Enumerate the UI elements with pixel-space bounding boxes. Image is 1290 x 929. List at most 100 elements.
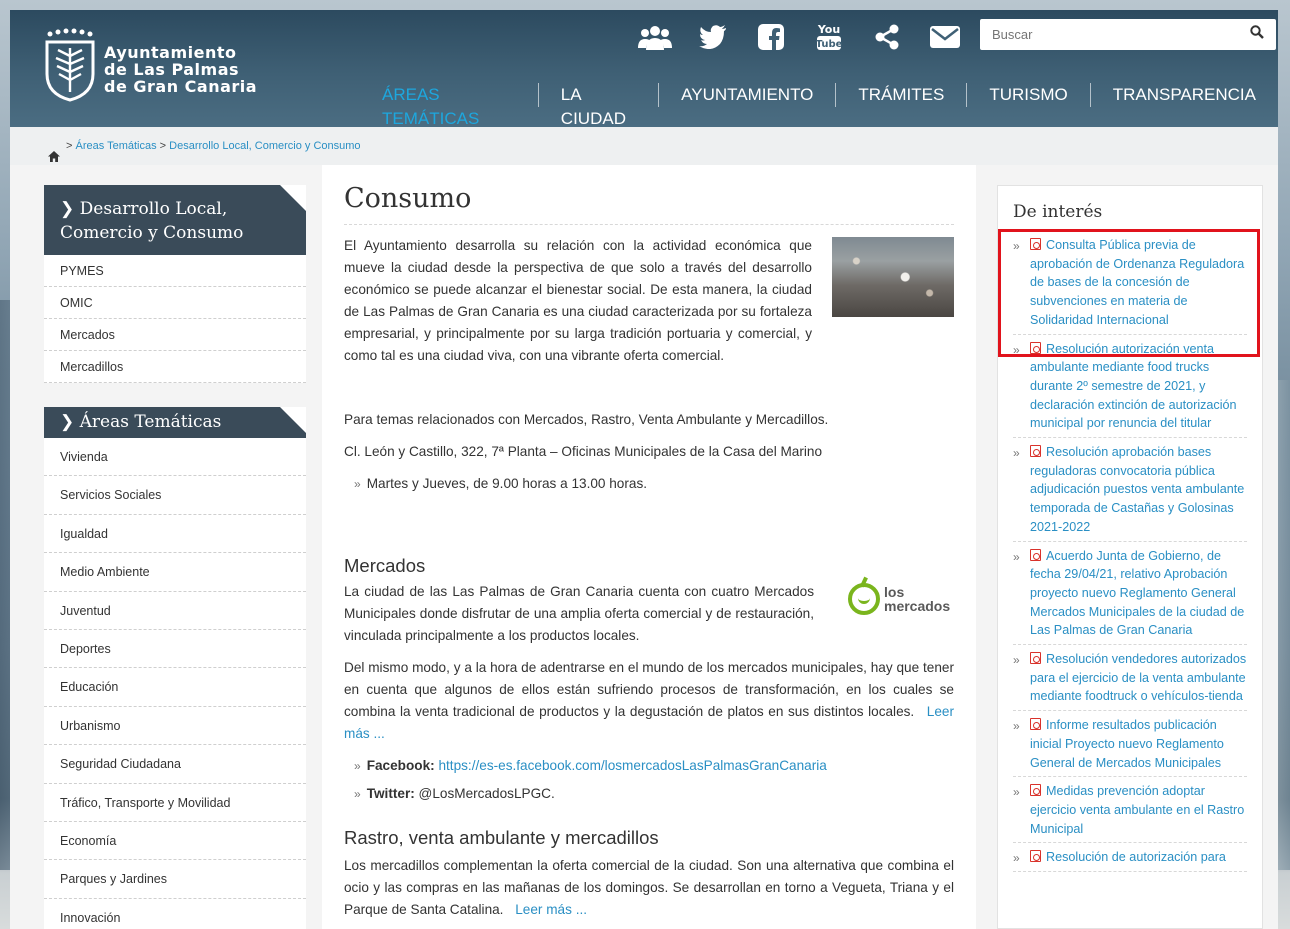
facebook-icon[interactable] — [742, 22, 800, 52]
chevron-right-icon: ❯ — [60, 412, 75, 432]
sidebar-item-deportes[interactable]: Deportes — [44, 630, 306, 669]
site-header: Ayuntamiento de Las Palmas de Gran Canar… — [10, 10, 1278, 128]
sidebar-title-line-2: Comercio y Consumo — [60, 223, 244, 243]
site-logo[interactable]: Ayuntamiento de Las Palmas de Gran Canar… — [44, 28, 264, 108]
sidebar-item-medio-ambiente[interactable]: Medio Ambiente — [44, 553, 306, 592]
search-icon[interactable] — [1250, 25, 1268, 43]
nav-item-la-ciudad[interactable]: LA CIUDAD — [537, 83, 658, 128]
sidebar-item-educacion[interactable]: Educación — [44, 668, 306, 707]
svg-text:Tube: Tube — [816, 39, 842, 50]
main-content: Consumo El Ayuntamiento desarrolla su re… — [322, 165, 976, 929]
pdf-icon — [1030, 652, 1041, 665]
los-mercados-logo[interactable]: los mercados — [834, 576, 954, 627]
logo-word-1: los — [884, 584, 905, 600]
rastro-paragraph-text: Los mercadillos complementan la oferta c… — [344, 858, 954, 917]
interest-item[interactable]: » Resolución vendedores autorizados para … — [1013, 645, 1247, 712]
sidebar-section-desarrollo-title[interactable]: ❯ Desarrollo Local, Comercio y Consumo — [44, 185, 306, 255]
facebook-item: » Facebook: https://es-es.facebook.com/lo… — [344, 755, 954, 777]
double-chevron-icon: » — [1013, 851, 1020, 866]
logo-line-3: de Gran Canaria — [104, 77, 258, 96]
interest-title: De interés — [1013, 202, 1247, 231]
sidebar-item-seguridad[interactable]: Seguridad Ciudadana — [44, 745, 306, 784]
sidebar-list-areas: Vivienda Servicios Sociales Igualdad Med… — [44, 438, 306, 929]
interest-item-text: Resolución de autorización para — [1046, 850, 1226, 865]
twitter-item: » Twitter: @LosMercadosLPGC. — [344, 783, 954, 805]
sidebar-item-urbanismo[interactable]: Urbanismo — [44, 707, 306, 746]
pdf-icon — [1030, 850, 1041, 863]
sidebar-item-economia[interactable]: Economía — [44, 822, 306, 861]
people-icon[interactable] — [626, 22, 684, 52]
double-chevron-icon: » — [354, 477, 361, 491]
address-paragraph: Cl. León y Castillo, 322, 7ª Planta – Of… — [344, 444, 823, 459]
coat-of-arms-icon — [45, 28, 95, 102]
double-chevron-icon: » — [354, 759, 361, 773]
sidebar-list-desarrollo: PYMES OMIC Mercados Mercadillos — [44, 255, 306, 383]
main-nav: ÁREAS TEMÁTICAS LA CIUDAD AYUNTAMIENTO T… — [372, 80, 1278, 128]
interest-item[interactable]: » Informe resultados publicación inicial … — [1013, 711, 1247, 778]
sidebar-item-servicios-sociales[interactable]: Servicios Sociales — [44, 476, 306, 515]
corner-fold — [280, 407, 306, 433]
hours-text: Martes y Jueves, de 9.00 horas a 13.00 h… — [366, 476, 648, 491]
mercados-paragraph-2-text: Del mismo modo, y a la hora de adentrars… — [344, 660, 954, 719]
share-icon[interactable] — [858, 22, 916, 52]
double-chevron-icon: » — [1013, 785, 1020, 800]
sidebar-item-innovacion[interactable]: Innovación — [44, 899, 306, 929]
sidebar-item-igualdad[interactable]: Igualdad — [44, 515, 306, 554]
nav-item-turismo[interactable]: TURISMO — [966, 83, 1089, 107]
facebook-link[interactable]: https://es-es.facebook.com/losmercadosLa… — [438, 758, 826, 773]
breadcrumb: > Áreas Temáticas > Desarrollo Local, Co… — [10, 127, 1278, 165]
rastro-paragraph: Los mercadillos complementan la oferta c… — [344, 855, 954, 921]
breadcrumb-trail: > Áreas Temáticas > Desarrollo Local, Co… — [66, 140, 361, 152]
nav-item-areas-tematicas[interactable]: ÁREAS TEMÁTICAS — [372, 83, 538, 128]
breadcrumb-link-desarrollo[interactable]: Desarrollo Local, Comercio y Consumo — [169, 140, 360, 152]
twitter-icon[interactable] — [684, 22, 742, 52]
search-box — [980, 19, 1276, 50]
home-icon[interactable] — [48, 140, 60, 162]
interest-item-text: Resolución aprobación bases reguladoras … — [1030, 445, 1245, 534]
double-chevron-icon: » — [1013, 446, 1020, 461]
sidebar-item-omic[interactable]: OMIC — [44, 287, 306, 319]
sidebar-item-pymes[interactable]: PYMES — [44, 255, 306, 287]
contact-paragraph: Para temas relacionados con Mercados, Ra… — [344, 412, 829, 427]
interest-item-text: Medidas prevención adoptar ejercicio ven… — [1030, 784, 1245, 836]
interest-item[interactable]: » Medidas prevención adoptar ejercicio ve… — [1013, 777, 1247, 844]
sidebar-item-parques[interactable]: Parques y Jardines — [44, 860, 306, 899]
breadcrumb-link-areas[interactable]: Áreas Temáticas — [76, 140, 157, 152]
interest-item[interactable]: » Acuerdo Junta de Gobierno, de fecha 29/… — [1013, 542, 1247, 646]
rastro-read-more-link[interactable]: Leer más ... — [515, 902, 587, 917]
double-chevron-icon: » — [1013, 653, 1020, 668]
nav-item-tramites[interactable]: TRÁMITES — [835, 83, 966, 107]
youtube-icon[interactable]: You Tube — [800, 22, 858, 52]
chevron-right-icon: ❯ — [60, 199, 75, 219]
sidebar-item-vivienda[interactable]: Vivienda — [44, 438, 306, 477]
sidebar-item-trafico[interactable]: Tráfico, Transporte y Movilidad — [44, 784, 306, 822]
double-chevron-icon: » — [1013, 549, 1020, 564]
sidebar-item-juventud[interactable]: Juventud — [44, 592, 306, 630]
highlight-box — [998, 229, 1260, 357]
sidebar-section-areas-title[interactable]: ❯ Áreas Temáticas — [44, 407, 306, 438]
sidebar-item-mercadillos[interactable]: Mercadillos — [44, 351, 306, 383]
section-heading-rastro: Rastro, venta ambulante y mercadillos — [344, 827, 659, 848]
nav-item-transparencia[interactable]: TRANSPARENCIA — [1089, 83, 1278, 107]
svg-text:You: You — [817, 23, 840, 36]
twitter-label: Twitter: — [366, 786, 415, 801]
sidebar-areas-title: Áreas Temáticas — [79, 412, 222, 432]
twitter-handle: @LosMercadosLPGC. — [418, 786, 555, 801]
interest-item-text: Resolución vendedores autorizados para e… — [1030, 652, 1247, 704]
mail-icon[interactable] — [916, 22, 974, 52]
search-input[interactable] — [980, 19, 1240, 50]
interest-item[interactable]: » Resolución aprobación bases reguladoras… — [1013, 438, 1247, 542]
nav-item-ayuntamiento[interactable]: AYUNTAMIENTO — [658, 83, 835, 107]
interest-item[interactable]: » Resolución de autorización para — [1013, 843, 1247, 873]
facebook-label: Facebook: — [366, 758, 435, 773]
mercados-paragraph-2: Del mismo modo, y a la hora de adentrars… — [344, 657, 954, 745]
pdf-icon — [1030, 784, 1041, 797]
sidebar-item-mercados[interactable]: Mercados — [44, 319, 306, 351]
logo-wordmark: los mercados — [884, 585, 950, 613]
double-chevron-icon: » — [1013, 719, 1020, 734]
social-links: You Tube — [626, 22, 974, 52]
logo-line-2: de Las Palmas — [104, 60, 240, 79]
